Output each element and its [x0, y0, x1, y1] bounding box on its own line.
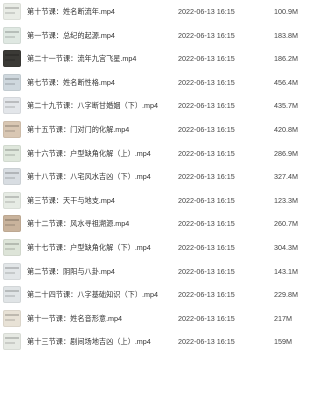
file-row[interactable]: 第二十九节课：八字断甘婚姻（下）.mp4 2022-06-13 16:15 435.…: [0, 94, 320, 118]
file-size: 229.8M: [274, 290, 298, 300]
file-row[interactable]: 第十八节课：八宅风水吉凶（下）.mp4 2022-06-13 16:15 327.4…: [0, 165, 320, 189]
video-thumbnail-icon: [3, 191, 21, 209]
video-thumbnail-icon: [3, 168, 21, 186]
video-thumbnail-icon: [3, 262, 21, 280]
file-date: 2022-06-13 16:15: [178, 266, 235, 276]
file-size: 260.7M: [274, 219, 298, 229]
video-thumbnail-icon: [3, 215, 21, 233]
file-row[interactable]: 第十七节课：户型缺角化解（下）.mp4 2022-06-13 16:15 304.3…: [0, 236, 320, 260]
file-row[interactable]: 第十六节课：户型缺角化解（上）.mp4 2022-06-13 16:15 286.9…: [0, 142, 320, 166]
file-date: 2022-06-13 16:15: [178, 101, 235, 111]
file-name: 第十二节课：风水寻祖溯源.mp4: [27, 219, 130, 229]
video-thumbnail-icon: [3, 309, 21, 327]
file-name: 第二十九节课：八字断甘婚姻（下）.mp4: [27, 101, 158, 111]
file-row[interactable]: 第二节课：阴阳与八卦.mp4 2022-06-13 16:15 143.1M: [0, 260, 320, 284]
file-date: 2022-06-13 16:15: [178, 313, 235, 323]
video-thumbnail-icon: [3, 333, 21, 351]
file-size: 420.8M: [274, 125, 298, 134]
file-list: 第十节课：姓名断流年.mp4 2022-06-13 16:15 100.9M 第一节课…: [0, 0, 320, 401]
video-thumbnail-icon: [3, 97, 21, 115]
file-name: 第十五节课：门对门的化解.mp4: [27, 125, 130, 134]
file-size: 304.3M: [274, 243, 298, 252]
file-name: 第二节课：阴阳与八卦.mp4: [27, 266, 115, 276]
file-row[interactable]: 第十一节课：姓名音形意.mp4 2022-06-13 16:15 217M: [0, 307, 320, 331]
file-row[interactable]: 第七节课：姓名断性格.mp4 2022-06-13 16:15 456.4M: [0, 71, 320, 95]
file-size: 435.7M: [274, 101, 298, 111]
video-thumbnail-icon: [3, 286, 21, 304]
file-date: 2022-06-13 16:15: [178, 77, 235, 87]
file-date: 2022-06-13 16:15: [178, 219, 235, 229]
file-name: 第一节课：总纪的起源.mp4: [27, 30, 115, 40]
video-thumbnail-icon: [3, 144, 21, 162]
file-row[interactable]: 第十五节课：门对门的化解.mp4 2022-06-13 16:15 420.8M: [0, 118, 320, 142]
video-thumbnail-icon: [3, 3, 21, 20]
video-thumbnail-icon: [3, 73, 21, 91]
file-name: 第二十一节课：流年九宫飞星.mp4: [27, 54, 137, 64]
file-date: 2022-06-13 16:15: [178, 290, 235, 300]
file-size: 456.4M: [274, 77, 298, 87]
file-date: 2022-06-13 16:15: [178, 148, 235, 158]
video-thumbnail-icon: [3, 26, 21, 44]
file-size: 327.4M: [274, 172, 298, 182]
video-thumbnail-icon: [3, 50, 21, 68]
file-row[interactable]: 第二十四节课：八字基础知识（下）.mp4 2022-06-13 16:15 229.…: [0, 283, 320, 307]
file-row[interactable]: 第二十一节课：流年九宫飞星.mp4 2022-06-13 16:15 186.2M: [0, 47, 320, 71]
file-name: 第十八节课：八宅风水吉凶（下）.mp4: [27, 172, 151, 182]
file-date: 2022-06-13 16:15: [178, 54, 235, 64]
file-row[interactable]: 第三节课：天干与地支.mp4 2022-06-13 16:15 123.3M: [0, 189, 320, 213]
file-row[interactable]: 第十三节课：剧间场地吉凶（上）.mp4 2022-06-13 16:15 159M: [0, 330, 320, 354]
file-name: 第十六节课：户型缺角化解（上）.mp4: [27, 148, 151, 158]
file-name: 第十三节课：剧间场地吉凶（上）.mp4: [27, 337, 151, 347]
file-row[interactable]: 第十二节课：风水寻祖溯源.mp4 2022-06-13 16:15 260.7M: [0, 212, 320, 236]
file-date: 2022-06-13 16:15: [178, 337, 235, 347]
file-name: 第七节课：姓名断性格.mp4: [27, 77, 115, 87]
file-name: 第十节课：姓名断流年.mp4: [27, 7, 115, 16]
file-row[interactable]: 第十节课：姓名断流年.mp4 2022-06-13 16:15 100.9M: [0, 0, 320, 24]
file-size: 186.2M: [274, 54, 298, 64]
file-date: 2022-06-13 16:15: [178, 243, 235, 252]
video-thumbnail-icon: [3, 121, 21, 138]
file-date: 2022-06-13 16:15: [178, 7, 235, 16]
file-size: 123.3M: [274, 195, 298, 205]
file-date: 2022-06-13 16:15: [178, 172, 235, 182]
file-date: 2022-06-13 16:15: [178, 125, 235, 134]
file-name: 第十一节课：姓名音形意.mp4: [27, 313, 123, 323]
video-thumbnail-icon: [3, 239, 21, 256]
file-size: 100.9M: [274, 7, 298, 16]
file-date: 2022-06-13 16:15: [178, 195, 235, 205]
file-size: 159M: [274, 337, 292, 347]
file-name: 第三节课：天干与地支.mp4: [27, 195, 115, 205]
file-size: 286.9M: [274, 148, 298, 158]
file-name: 第十七节课：户型缺角化解（下）.mp4: [27, 243, 151, 252]
file-size: 143.1M: [274, 266, 298, 276]
file-row[interactable]: 第一节课：总纪的起源.mp4 2022-06-13 16:15 183.8M: [0, 24, 320, 48]
file-size: 217M: [274, 313, 292, 323]
file-name: 第二十四节课：八字基础知识（下）.mp4: [27, 290, 158, 300]
file-size: 183.8M: [274, 30, 298, 40]
file-date: 2022-06-13 16:15: [178, 30, 235, 40]
